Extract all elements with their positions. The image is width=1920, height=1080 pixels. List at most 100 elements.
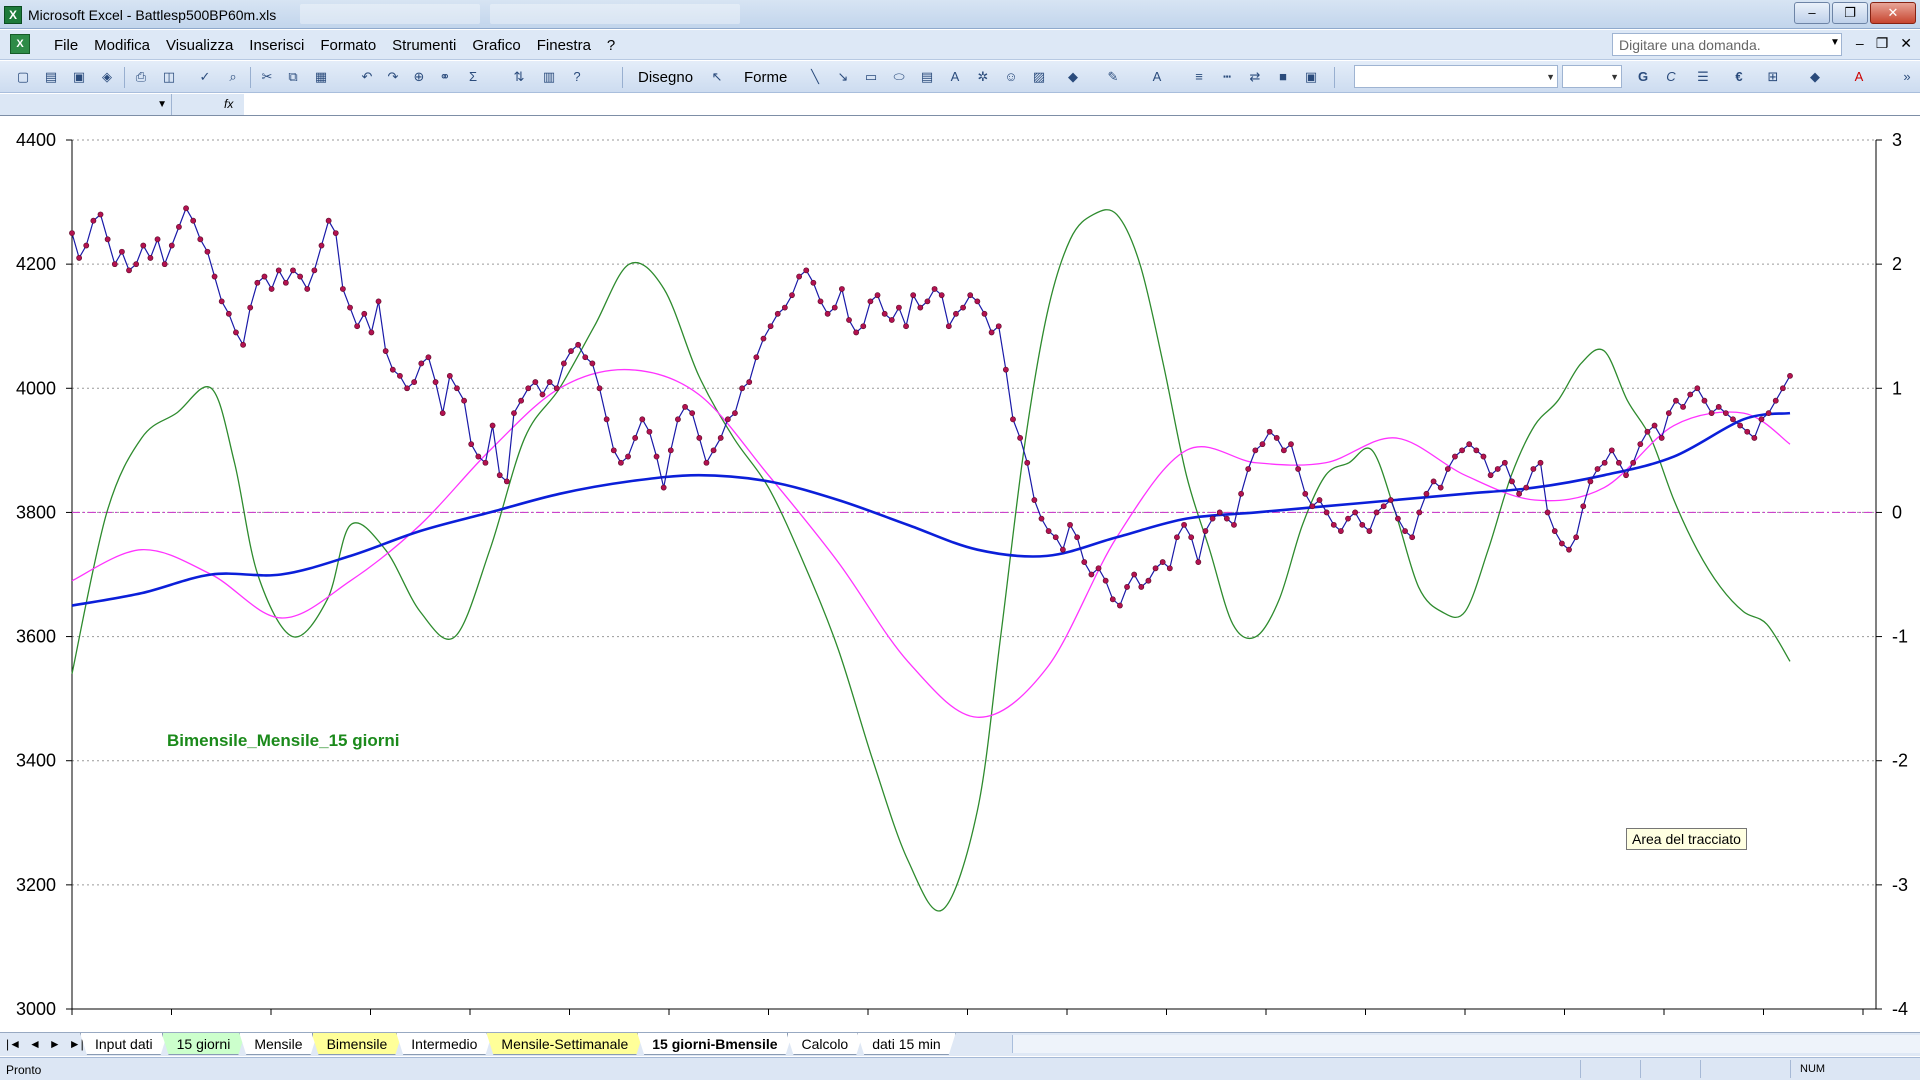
save-icon[interactable]: ▣ (70, 68, 88, 86)
rectangle-icon[interactable]: ▭ (862, 68, 880, 86)
chart-plot[interactable]: 3000 3200 3400 3600 3800 4000 4200 4400 -4 -3 -2 -1… (0, 117, 1920, 1035)
help-icon[interactable]: ? (568, 68, 586, 86)
menu-help[interactable]: ? (599, 37, 623, 54)
diagram-icon[interactable]: ✲ (974, 68, 992, 86)
dash-style-icon[interactable]: ┅ (1218, 68, 1236, 86)
price-point (347, 304, 353, 311)
line-style-icon[interactable]: ≡ (1190, 68, 1208, 86)
toolbar-options-icon[interactable]: » (1898, 68, 1916, 86)
line-icon[interactable]: ╲ (806, 68, 824, 86)
insert-hyperlink-icon[interactable]: ⊕ (410, 68, 428, 86)
3d-icon[interactable]: ▣ (1302, 68, 1320, 86)
fill-color-icon[interactable]: ◆ (1064, 68, 1082, 86)
price-point (1045, 528, 1052, 534)
chevron-down-icon: ▼ (1546, 72, 1555, 82)
new-icon[interactable]: ▢ (14, 68, 32, 86)
price-point (382, 348, 389, 354)
sort-icon[interactable]: ⇅ (510, 68, 528, 86)
textbox-icon[interactable]: ▤ (918, 68, 936, 86)
last-sheet-button[interactable]: ►| (69, 1037, 84, 1051)
euro-button[interactable]: € (1730, 68, 1748, 86)
font-size-combo[interactable]: ▼ (1562, 65, 1622, 88)
sheet-tab[interactable]: 15 giorni-Bmensile (637, 1033, 792, 1055)
help-search-input[interactable]: Digitare una domanda. (1612, 33, 1842, 56)
close-button[interactable]: ✕ (1870, 2, 1916, 24)
price-point (931, 286, 938, 292)
arrow-style-icon[interactable]: ⇄ (1246, 68, 1264, 86)
borders-icon[interactable]: ⊞ (1764, 68, 1782, 86)
print-icon[interactable]: ⎙ (132, 68, 150, 86)
wordart-icon[interactable]: A (946, 68, 964, 86)
sheet-tab[interactable]: dati 15 min (857, 1033, 955, 1055)
picture-icon[interactable]: ▨ (1030, 68, 1048, 86)
font-color-icon[interactable]: A (1148, 68, 1166, 86)
insert-function-button[interactable]: fx (172, 94, 244, 115)
doc-minimize-button[interactable]: – (1856, 35, 1864, 52)
spelling-icon[interactable]: ✓ (196, 68, 214, 86)
oval-icon[interactable]: ⬭ (890, 68, 908, 86)
chart-sheet[interactable]: 3000 3200 3400 3600 3800 4000 4200 4400 -4 -3 -2 -1… (0, 117, 1920, 1041)
copy-icon[interactable]: ⧉ (284, 68, 302, 86)
shadow-icon[interactable]: ■ (1274, 68, 1292, 86)
price-point (1594, 466, 1601, 472)
next-sheet-button[interactable]: ► (49, 1037, 61, 1051)
prev-sheet-button[interactable]: ◄ (29, 1037, 41, 1051)
price-point (589, 360, 596, 367)
first-sheet-button[interactable]: |◄ (6, 1037, 21, 1051)
price-point (211, 273, 218, 280)
align-icon[interactable]: ☰ (1694, 68, 1712, 86)
font-name-combo[interactable]: ▼ (1354, 65, 1558, 88)
clipart-icon[interactable]: ☺ (1002, 68, 1020, 86)
hyperlink-icon[interactable]: ⚭ (436, 68, 454, 86)
doc-restore-button[interactable]: ❐ (1876, 35, 1889, 52)
price-point (1787, 372, 1793, 379)
sheet-tab[interactable]: Input dati (80, 1033, 168, 1055)
horizontal-scrollbar[interactable] (1012, 1035, 1920, 1053)
document-icon[interactable]: X (10, 34, 30, 54)
minimize-button[interactable]: – (1794, 2, 1830, 24)
permission-icon[interactable]: ◈ (98, 68, 116, 86)
font-color-icon[interactable]: A (1850, 68, 1868, 86)
price-point (1024, 459, 1031, 466)
menu-grafico[interactable]: Grafico (464, 37, 528, 54)
print-preview-icon[interactable]: ◫ (160, 68, 178, 86)
chart-wizard-icon[interactable]: ▥ (540, 68, 558, 86)
sheet-tab[interactable]: Intermedio (396, 1033, 492, 1055)
menu-finestra[interactable]: Finestra (529, 37, 599, 54)
redo-icon[interactable]: ↷ (384, 68, 402, 86)
maximize-button[interactable]: ❐ (1832, 2, 1868, 24)
chevron-down-icon[interactable]: ▼ (157, 99, 167, 110)
forme-button[interactable]: Forme (744, 69, 787, 86)
sheet-tab[interactable]: Mensile (239, 1033, 317, 1055)
select-pointer-icon[interactable]: ↖ (708, 68, 726, 86)
arrow-icon[interactable]: ↘ (834, 68, 852, 86)
cut-icon[interactable]: ✂ (258, 68, 276, 86)
sheet-tab[interactable]: Calcolo (787, 1033, 864, 1055)
price-point (1530, 466, 1537, 472)
doc-close-button[interactable]: ✕ (1900, 35, 1912, 52)
price-point (97, 211, 104, 218)
menu-inserisci[interactable]: Inserisci (241, 37, 312, 54)
research-icon[interactable]: ⌕ (224, 68, 242, 86)
sheet-tab[interactable]: Mensile-Settimanale (486, 1033, 643, 1055)
disegno-button[interactable]: Disegno (638, 69, 693, 86)
sheet-tab[interactable]: 15 giorni (162, 1033, 246, 1055)
paste-icon[interactable]: ▦ (312, 68, 330, 86)
undo-icon[interactable]: ↶ (358, 68, 376, 86)
menu-formato[interactable]: Formato (312, 37, 384, 54)
bold-button[interactable]: G (1634, 68, 1652, 86)
help-dropdown-icon[interactable]: ▼ (1830, 37, 1840, 48)
italic-button[interactable]: C (1662, 68, 1680, 86)
open-icon[interactable]: ▤ (42, 68, 60, 86)
sheet-tab[interactable]: Bimensile (312, 1033, 403, 1055)
name-box[interactable]: ▼ (0, 94, 172, 115)
line-color-icon[interactable]: ✎ (1104, 68, 1122, 86)
menu-strumenti[interactable]: Strumenti (384, 37, 464, 54)
excel-app-icon[interactable]: X (4, 6, 22, 24)
fill-color-icon[interactable]: ◆ (1806, 68, 1824, 86)
menu-file[interactable]: File (46, 37, 86, 54)
sum-icon[interactable]: Σ (464, 68, 482, 86)
menu-modifica[interactable]: Modifica (86, 37, 158, 54)
menu-visualizza[interactable]: Visualizza (158, 37, 241, 54)
price-point (1159, 559, 1166, 565)
